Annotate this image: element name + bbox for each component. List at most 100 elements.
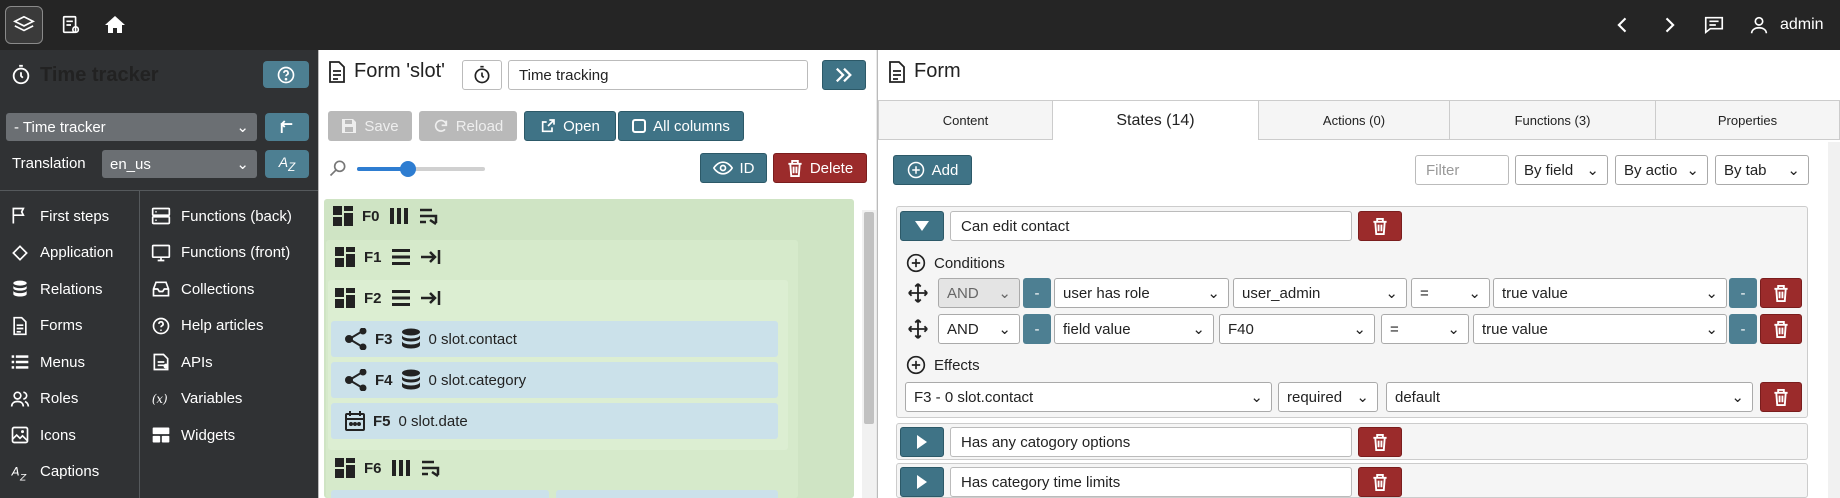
delete-effect-button[interactable] (1760, 382, 1802, 412)
tab-actions[interactable]: Actions (0) (1258, 100, 1450, 140)
delete-condition-button[interactable] (1760, 314, 1802, 344)
expand-state-button[interactable] (900, 427, 944, 457)
condition-result-select[interactable]: true value ⌄ (1493, 278, 1727, 308)
tab-properties[interactable]: Properties (1655, 100, 1840, 140)
field-row-f1[interactable]: F1 (334, 246, 442, 268)
id-button[interactable]: ID (700, 153, 767, 183)
move-icon[interactable] (907, 282, 929, 304)
effect-state-select[interactable]: required ⌄ (1278, 382, 1378, 412)
chevron-left-icon[interactable] (1604, 6, 1642, 44)
condition-indent-minus-button[interactable]: - (1023, 314, 1051, 344)
condition-value-select[interactable]: F40 ⌄ (1219, 314, 1375, 344)
effect-value-select[interactable]: default ⌄ (1386, 382, 1753, 412)
sidebar-item-collections[interactable]: Collections (151, 271, 254, 307)
container-icon (334, 246, 356, 268)
condition-connector-select[interactable]: AND ⌄ (938, 278, 1020, 308)
by-field-select[interactable]: By field ⌄ (1515, 155, 1608, 185)
save-button[interactable]: Save (328, 111, 412, 141)
state-name-input[interactable]: Has category time limits (950, 467, 1352, 497)
app-select[interactable]: - Time tracker ⌄ (6, 113, 257, 141)
home-icon[interactable] (96, 6, 134, 44)
open-button[interactable]: Open (524, 111, 616, 141)
condition-outdent-minus-button[interactable]: - (1729, 278, 1757, 308)
sidebar-item-apis[interactable]: APIs (151, 344, 213, 380)
field-row-f0[interactable]: F0 (332, 205, 440, 227)
sidebar-item-functions-back[interactable]: Functions (back) (151, 198, 292, 234)
username[interactable]: admin (1780, 16, 1824, 34)
by-tab-select[interactable]: By tab ⌄ (1715, 155, 1809, 185)
form-panel-scrollbar[interactable] (862, 210, 876, 498)
sidebar-item-menus[interactable]: Menus (10, 344, 85, 380)
delete-state-button[interactable] (1358, 467, 1402, 497)
help-button[interactable] (263, 61, 309, 88)
scrollbar-thumb[interactable] (864, 212, 874, 424)
sidebar-item-help-articles[interactable]: Help articles (151, 308, 264, 344)
delete-condition-button[interactable] (1760, 278, 1802, 308)
translate-button[interactable]: AZ (265, 150, 309, 178)
all-columns-button[interactable]: All columns (618, 111, 744, 141)
condition-operator-select[interactable]: = ⌄ (1381, 314, 1469, 344)
right-panel-scrollbar[interactable] (1828, 142, 1840, 498)
sidebar-item-captions[interactable]: A Z Captions (10, 454, 100, 490)
condition-result-select[interactable]: true value ⌄ (1473, 314, 1727, 344)
condition-outdent-minus-button[interactable]: - (1729, 314, 1757, 344)
condition-indent-minus-button[interactable]: - (1023, 278, 1051, 308)
feedback-icon[interactable] (1695, 6, 1733, 44)
sidebar-item-first-steps[interactable]: First steps (10, 198, 109, 234)
tab-states[interactable]: States (14) (1052, 100, 1259, 140)
plus-circle-icon[interactable] (906, 253, 926, 273)
field-f5[interactable]: F5 0 slot.date (331, 403, 778, 439)
sidebar-item-functions-front[interactable]: Functions (front) (151, 235, 290, 271)
user-icon[interactable] (1740, 6, 1778, 44)
condition-value-select[interactable]: user_admin ⌄ (1233, 278, 1407, 308)
tab-functions[interactable]: Functions (3) (1449, 100, 1656, 140)
database-icon (10, 279, 30, 299)
sidebar-item-relations[interactable]: Relations (10, 271, 103, 307)
expand-state-button[interactable] (900, 467, 944, 497)
reload-button[interactable]: Reload (419, 111, 517, 141)
move-icon[interactable] (907, 318, 929, 340)
field-f3[interactable]: F3 0 slot.contact (331, 321, 778, 357)
field-row-f6[interactable]: F6 (334, 457, 442, 479)
field-f4[interactable]: F4 0 slot.category (331, 362, 778, 398)
sidebar-item-variables[interactable]: (x) Variables (151, 381, 243, 417)
delete-state-button[interactable] (1358, 211, 1402, 241)
sidebar-item-widgets[interactable]: Widgets (151, 417, 235, 453)
effect-target-select[interactable]: F3 - 0 slot.contact ⌄ (905, 382, 1272, 412)
relation-icon (345, 328, 367, 350)
state-name-input[interactable]: Has any catogory options (950, 427, 1352, 457)
stopwatch-icon (474, 65, 490, 84)
field-f8-partial[interactable] (556, 490, 778, 498)
delete-state-button[interactable] (1358, 427, 1402, 457)
form-settings-icon[interactable] (52, 6, 90, 44)
stopwatch-icon (10, 64, 32, 86)
delete-form-button[interactable]: Delete (773, 153, 867, 183)
sidebar-item-roles[interactable]: Roles (10, 381, 78, 417)
condition-connector-select[interactable]: AND ⌄ (938, 314, 1020, 344)
widgets-icon (151, 425, 171, 445)
tab-content[interactable]: Content (878, 100, 1053, 140)
sidebar-item-icons[interactable]: Icons (10, 417, 76, 453)
field-row-f2[interactable]: F2 (334, 287, 442, 309)
field-f7-partial[interactable] (331, 490, 549, 498)
condition-type-select[interactable]: field value ⌄ (1054, 314, 1214, 344)
by-action-select[interactable]: By actio ⌄ (1615, 155, 1708, 185)
state-name-input[interactable]: Can edit contact (950, 211, 1352, 241)
collapse-state-button[interactable] (900, 211, 944, 241)
sidebar-item-application[interactable]: Application (10, 235, 113, 271)
layers-icon[interactable] (5, 6, 43, 44)
sidebar-item-forms[interactable]: Forms (10, 308, 83, 344)
condition-type-select[interactable]: user has role ⌄ (1054, 278, 1229, 308)
server-icon (151, 206, 171, 226)
expand-button[interactable] (822, 60, 866, 90)
condition-type-value: user has role (1063, 284, 1150, 302)
form-name-input[interactable]: Time tracking (508, 60, 808, 90)
up-button[interactable] (265, 113, 309, 141)
filter-input[interactable]: Filter (1415, 155, 1509, 185)
condition-operator-select[interactable]: = ⌄ (1411, 278, 1490, 308)
stopwatch-button[interactable] (462, 60, 502, 90)
add-state-button[interactable]: Add (893, 155, 972, 185)
plus-circle-icon[interactable] (906, 355, 926, 375)
chevron-right-icon[interactable] (1650, 6, 1688, 44)
translation-select[interactable]: en_us ⌄ (102, 150, 257, 178)
